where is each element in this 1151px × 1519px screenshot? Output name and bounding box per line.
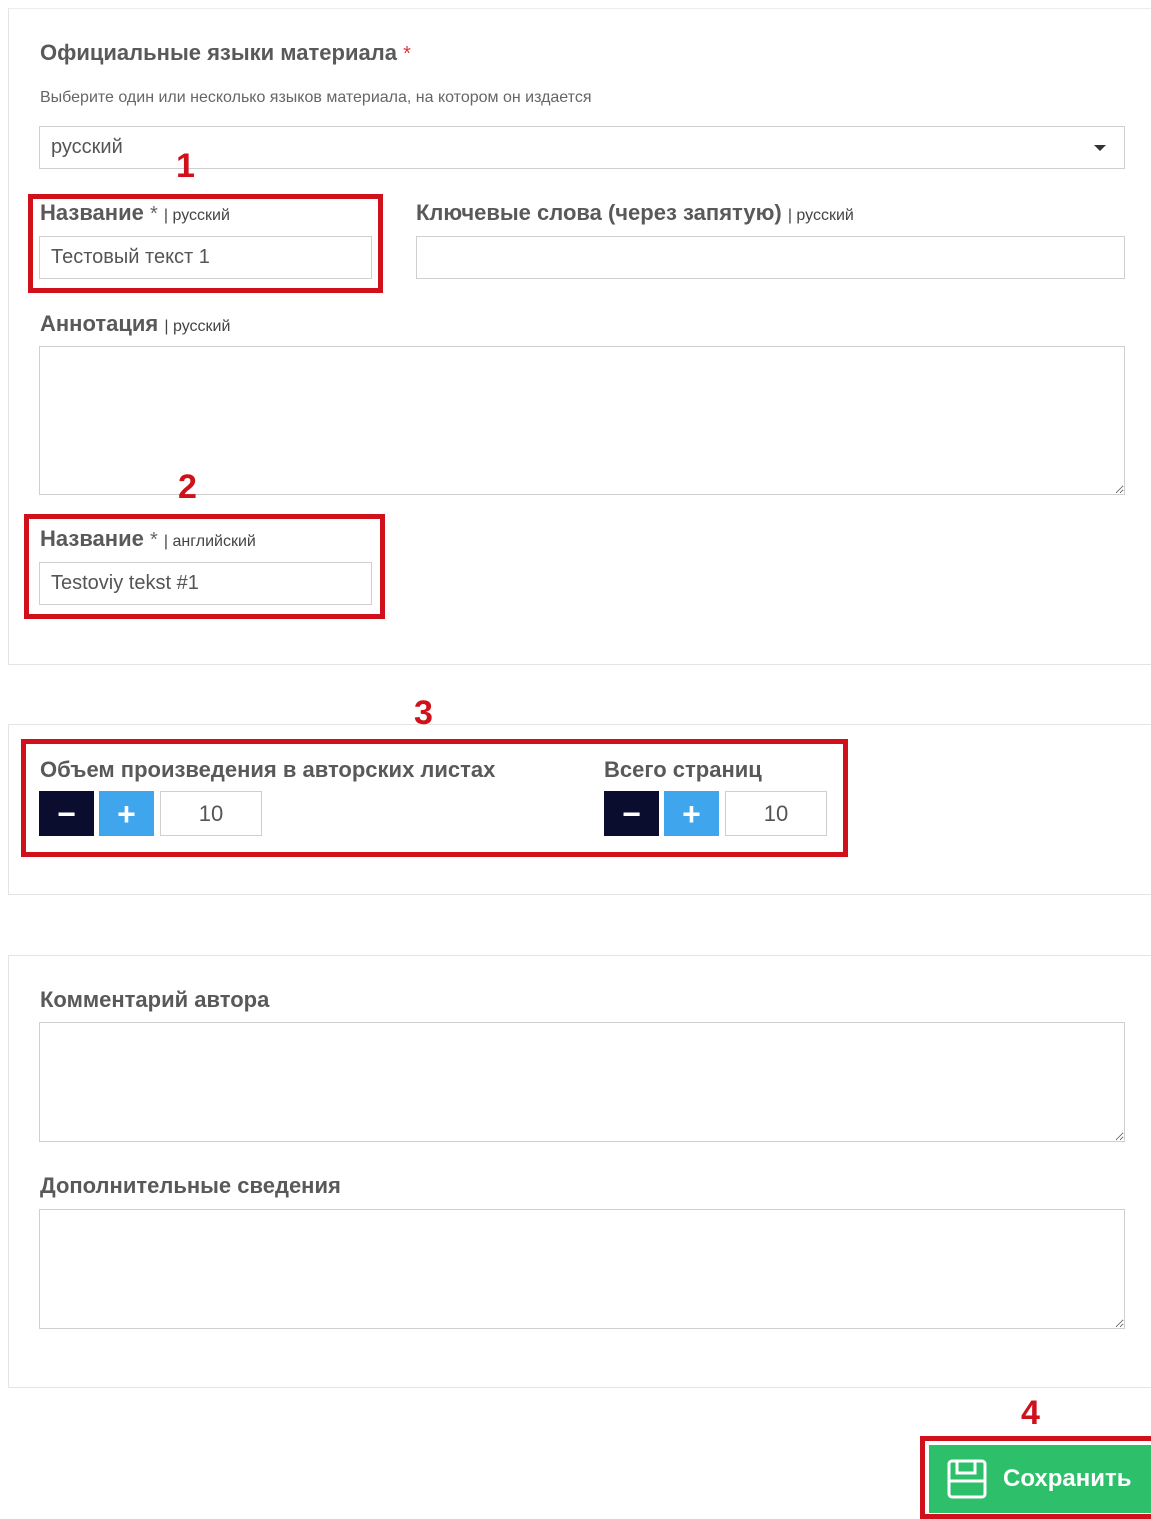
annotation-box-3 <box>21 739 848 857</box>
author-comment-label: Комментарий автора <box>40 987 270 1012</box>
languages-select[interactable]: русский <box>39 126 1125 169</box>
languages-hint: Выберите один или несколько языков матер… <box>40 89 592 106</box>
annotation-textarea[interactable] <box>39 346 1125 495</box>
chevron-down-icon <box>1094 145 1106 151</box>
annotation-box-1 <box>28 194 383 293</box>
annotation-label: Аннотация | русский <box>40 311 231 336</box>
author-comment-textarea[interactable] <box>39 1022 1125 1142</box>
keywords-label: Ключевые слова (через запятую) | русский <box>416 200 854 225</box>
languages-selected-value: русский <box>51 136 123 158</box>
annotation-box-2 <box>24 514 385 619</box>
languages-label: Официальные языки материала * <box>40 40 411 65</box>
marker-1: 1 <box>176 147 195 185</box>
marker-4: 4 <box>1021 1394 1040 1432</box>
additional-info-label: Дополнительные сведения <box>40 1173 341 1198</box>
additional-info-textarea[interactable] <box>39 1209 1125 1329</box>
annotation-box-4 <box>920 1436 1151 1519</box>
marker-3: 3 <box>414 694 433 732</box>
marker-2: 2 <box>178 468 197 506</box>
keywords-input[interactable] <box>416 236 1125 279</box>
